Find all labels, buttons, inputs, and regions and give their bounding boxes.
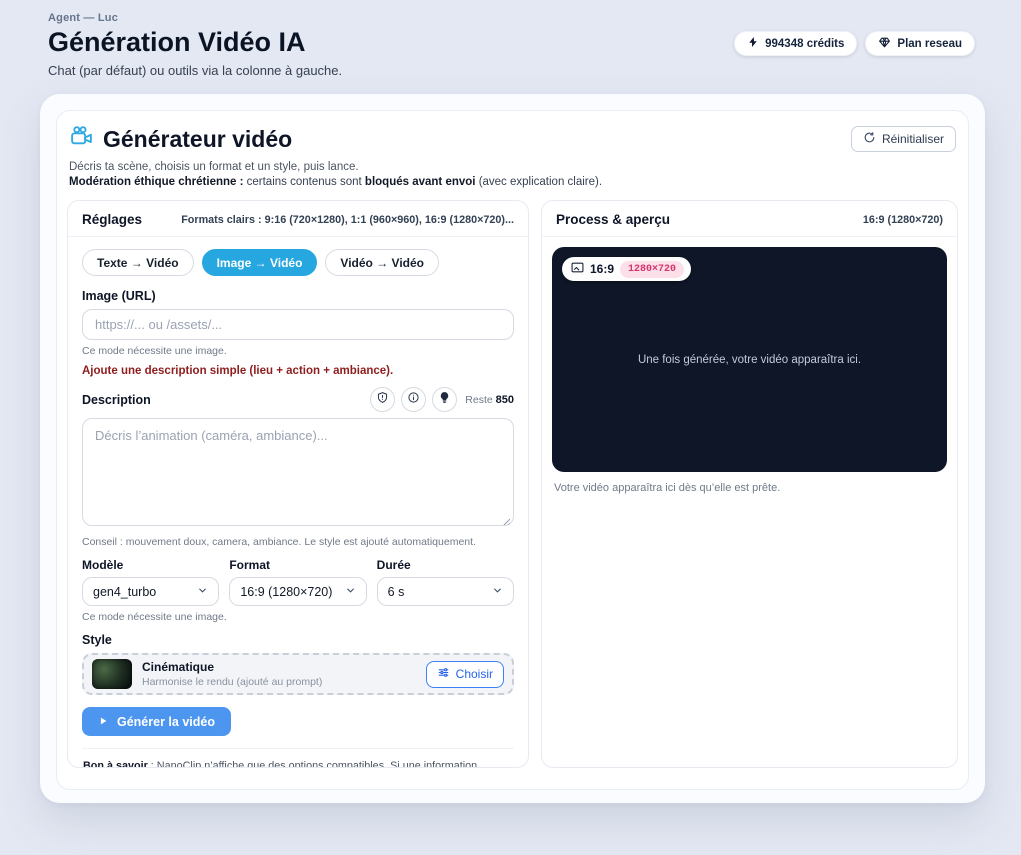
settings-panel: Réglages Formats clairs : 9:16 (720×1280… bbox=[67, 200, 529, 768]
description-field-wrap bbox=[82, 418, 514, 531]
chars-remaining: Reste 850 bbox=[465, 394, 514, 406]
formats-hint: Formats clairs : 9:16 (720×1280), 1:1 (9… bbox=[181, 214, 514, 226]
model-column: Modèle gen4_turbo bbox=[82, 558, 219, 606]
style-label: Style bbox=[82, 633, 514, 647]
style-name: Cinématique bbox=[142, 660, 322, 674]
format-select[interactable]: 16:9 (1280×720) bbox=[229, 577, 366, 606]
bolt-icon bbox=[747, 36, 759, 51]
shield-icon bbox=[376, 391, 389, 409]
shield-alert-button[interactable] bbox=[370, 387, 395, 412]
reset-icon bbox=[863, 131, 876, 147]
choose-style-button[interactable]: Choisir bbox=[426, 661, 504, 688]
page-header: Agent — Luc Génération Vidéo IA Chat (pa… bbox=[0, 0, 1021, 78]
model-select[interactable]: gen4_turbo bbox=[82, 577, 219, 606]
ratio-label: 16:9 bbox=[590, 262, 614, 276]
panels-row: Réglages Formats clairs : 9:16 (720×1280… bbox=[67, 200, 958, 768]
plan-label: Plan reseau bbox=[897, 38, 962, 50]
settings-title: Réglages bbox=[82, 212, 142, 227]
duration-label: Durée bbox=[377, 558, 514, 572]
info-icon bbox=[407, 391, 420, 409]
plan-badge[interactable]: Plan reseau bbox=[865, 31, 975, 56]
choose-label: Choisir bbox=[456, 667, 493, 681]
settings-footer-note: Bon à savoir : NanoClip n’affiche que de… bbox=[82, 748, 514, 768]
model-value: gen4_turbo bbox=[93, 585, 156, 599]
idea-bulb-button[interactable] bbox=[432, 387, 457, 412]
preview-format-hint: 16:9 (1280×720) bbox=[863, 214, 943, 226]
style-thumbnail bbox=[92, 659, 132, 689]
generator-title: Générateur vidéo bbox=[103, 126, 292, 153]
image-url-input[interactable] bbox=[82, 309, 514, 340]
moderation-note: Modération éthique chrétienne : certains… bbox=[67, 176, 958, 188]
preview-panel-body: 16:9 1280×720 Une fois générée, votre vi… bbox=[542, 237, 957, 504]
preview-ready-text: Votre vidéo apparaîtra ici dès qu’elle e… bbox=[552, 482, 947, 494]
chevron-down-icon bbox=[492, 585, 503, 599]
model-label: Modèle bbox=[82, 558, 219, 572]
tab-texte-video[interactable]: Texte → Vidéo bbox=[82, 249, 194, 276]
format-label: Format bbox=[229, 558, 366, 572]
format-column: Format 16:9 (1280×720) bbox=[229, 558, 366, 606]
style-info: Cinématique Harmonise le rendu (ajouté a… bbox=[142, 660, 322, 688]
chevron-down-icon bbox=[197, 585, 208, 599]
tab-video-video[interactable]: Vidéo → Vidéo bbox=[325, 249, 439, 276]
preview-panel: Process & aperçu 16:9 (1280×720) 16:9 12… bbox=[541, 200, 958, 768]
description-label: Description bbox=[82, 393, 151, 407]
description-header-row: Description Reste 850 bbox=[82, 387, 514, 412]
video-camera-icon bbox=[69, 124, 94, 154]
preview-empty-text: Une fois générée, votre vidéo apparaîtra… bbox=[552, 354, 947, 366]
description-textarea[interactable] bbox=[82, 418, 514, 526]
bulb-icon bbox=[438, 391, 451, 409]
reset-button[interactable]: Réinitialiser bbox=[851, 126, 956, 152]
description-warning: Ajoute une description simple (lieu + ac… bbox=[82, 365, 514, 377]
generate-label: Générer la vidéo bbox=[117, 715, 215, 729]
reset-label: Réinitialiser bbox=[882, 132, 944, 146]
style-description: Harmonise le rendu (ajouté au prompt) bbox=[142, 676, 322, 688]
duration-value: 6 s bbox=[388, 585, 405, 599]
main-card: Générateur vidéo Réinitialiser Décris ta… bbox=[40, 94, 985, 803]
selects-row: Modèle gen4_turbo Format 16:9 (1280×720) bbox=[82, 558, 514, 606]
generator-header: Générateur vidéo Réinitialiser bbox=[67, 124, 958, 154]
sliders-icon bbox=[437, 666, 450, 682]
preview-title: Process & aperçu bbox=[556, 212, 670, 227]
mode-tabs: Texte → Vidéo Image → Vidéo Vidéo → Vidé… bbox=[82, 249, 514, 276]
frame-icon bbox=[571, 260, 584, 278]
header-badges: 994348 crédits Plan reseau bbox=[734, 31, 975, 56]
mode-hint: Ce mode nécessite une image. bbox=[82, 611, 514, 623]
style-selector: Cinématique Harmonise le rendu (ajouté a… bbox=[82, 653, 514, 695]
page-subtitle: Chat (par défaut) ou outils via la colon… bbox=[48, 63, 975, 78]
resolution-pill: 1280×720 bbox=[620, 261, 684, 278]
format-value: 16:9 (1280×720) bbox=[240, 585, 332, 599]
video-preview-area: 16:9 1280×720 Une fois générée, votre vi… bbox=[552, 247, 947, 472]
preview-panel-header: Process & aperçu 16:9 (1280×720) bbox=[542, 201, 957, 237]
settings-panel-header: Réglages Formats clairs : 9:16 (720×1280… bbox=[68, 201, 528, 237]
generator-subtitle: Décris ta scène, choisis un format et un… bbox=[67, 161, 958, 173]
credits-label: 994348 crédits bbox=[765, 38, 844, 50]
duration-select[interactable]: 6 s bbox=[377, 577, 514, 606]
settings-panel-body: Texte → Vidéo Image → Vidéo Vidéo → Vidé… bbox=[68, 237, 528, 768]
description-hint: Conseil : mouvement doux, camera, ambian… bbox=[82, 536, 514, 548]
image-url-label: Image (URL) bbox=[82, 289, 514, 303]
credits-badge[interactable]: 994348 crédits bbox=[734, 31, 857, 56]
description-tools: Reste 850 bbox=[370, 387, 514, 412]
play-icon bbox=[98, 715, 108, 729]
generator-card: Générateur vidéo Réinitialiser Décris ta… bbox=[56, 110, 969, 790]
image-url-hint: Ce mode nécessite une image. bbox=[82, 345, 514, 357]
duration-column: Durée 6 s bbox=[377, 558, 514, 606]
gem-icon bbox=[878, 36, 891, 52]
generate-video-button[interactable]: Générer la vidéo bbox=[82, 707, 231, 736]
aspect-ratio-badge: 16:9 1280×720 bbox=[562, 257, 691, 281]
agent-label: Agent — Luc bbox=[48, 12, 975, 24]
tab-image-video[interactable]: Image → Vidéo bbox=[202, 249, 318, 276]
chevron-down-icon bbox=[345, 585, 356, 599]
info-button[interactable] bbox=[401, 387, 426, 412]
